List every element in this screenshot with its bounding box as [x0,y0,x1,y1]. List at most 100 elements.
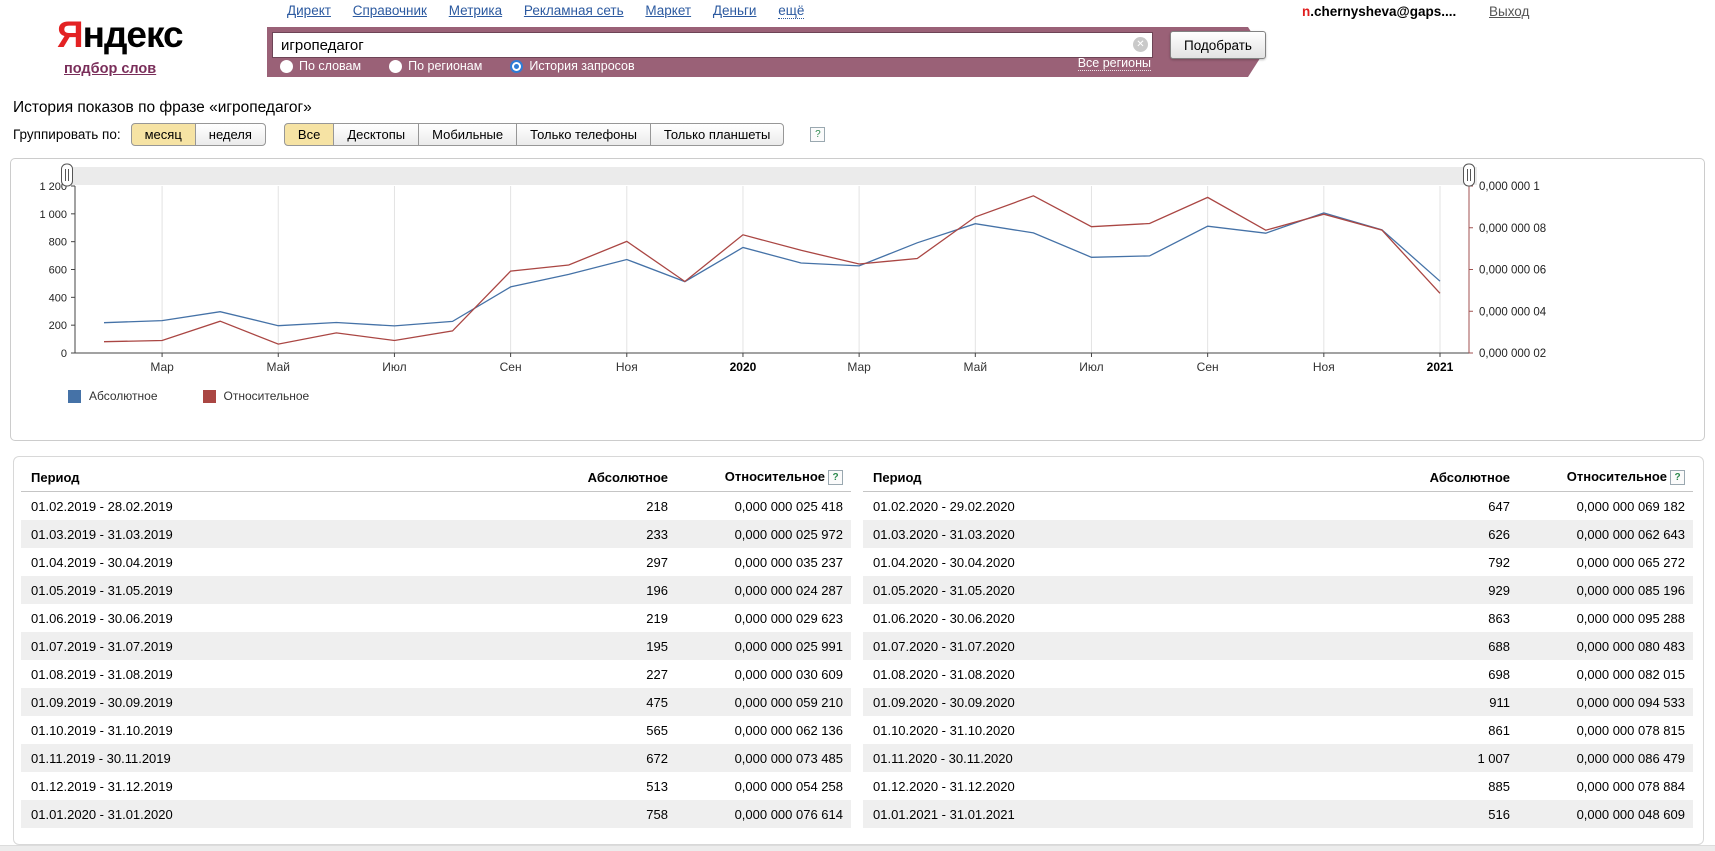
all-regions-link[interactable]: Все регионы [1078,56,1151,71]
cell-period: 01.01.2021 - 31.01.2021 [873,807,1360,822]
mode-label: История запросов [529,59,634,73]
cell-period: 01.04.2019 - 30.04.2019 [31,555,518,570]
yandex-logo[interactable]: Яндекс [57,14,183,56]
cell-period: 01.02.2019 - 28.02.2019 [31,499,518,514]
group-by-label: Группировать по: [13,127,121,142]
table-row: 01.08.2019 - 31.08.20192270,000 000 030 … [21,660,851,688]
cell-absolute: 195 [518,639,668,654]
table-row: 01.10.2019 - 31.10.20195650,000 000 062 … [21,716,851,744]
legend-item-relative[interactable]: Относительное [203,389,310,403]
cell-relative: 0,000 000 062 136 [668,723,843,738]
group-month-button[interactable]: месяц [131,123,196,146]
cell-period: 01.08.2019 - 31.08.2019 [31,667,518,682]
series-relative [104,196,1440,344]
mode-by-words[interactable]: По словам [280,59,361,73]
cell-period: 01.08.2020 - 31.08.2020 [873,667,1360,682]
account-email-rest: .chernysheva@gaps.... [1310,4,1456,19]
radio-unselected-icon[interactable] [389,60,402,73]
table-row: 01.04.2019 - 30.04.20192970,000 000 035 … [21,548,851,576]
mode-by-regions[interactable]: По регионам [389,59,482,73]
nav-link-metrika[interactable]: Метрика [449,3,502,18]
mode-query-history[interactable]: История запросов [510,59,634,73]
range-slider-left-handle[interactable] [62,164,73,186]
left-tick-label: 200 [49,320,67,332]
cell-period: 01.09.2019 - 30.09.2019 [31,695,518,710]
cell-absolute: 626 [1360,527,1510,542]
clear-input-icon[interactable]: ✕ [1133,37,1148,52]
relative-help-icon[interactable]: ? [828,470,843,485]
table-row: 01.05.2019 - 31.05.20191960,000 000 024 … [21,576,851,604]
nav-link-more[interactable]: ещё [778,3,804,19]
cell-absolute: 698 [1360,667,1510,682]
table-row: 01.09.2020 - 30.09.20209110,000 000 094 … [863,688,1693,716]
cell-absolute: 863 [1360,611,1510,626]
table-row: 01.11.2020 - 30.11.20201 0070,000 000 08… [863,744,1693,772]
col-period: Период [873,470,1360,485]
logout-link[interactable]: Выход [1489,4,1529,19]
cell-relative: 0,000 000 048 609 [1510,807,1685,822]
cell-relative: 0,000 000 095 288 [1510,611,1685,626]
cell-relative: 0,000 000 065 272 [1510,555,1685,570]
tab-mobile[interactable]: Мобильные [418,123,517,146]
controls-row: Группировать по: месяц неделя Все Дескто… [13,123,825,146]
handle-body[interactable] [1464,164,1475,186]
table-row: 01.03.2020 - 31.03.20206260,000 000 062 … [863,520,1693,548]
cell-absolute: 227 [518,667,668,682]
cell-relative: 0,000 000 024 287 [668,583,843,598]
cell-absolute: 516 [1360,807,1510,822]
nav-link-market[interactable]: Маркет [645,3,691,18]
x-tick-label: 2020 [730,360,757,374]
range-slider-right-handle[interactable] [1464,164,1475,186]
radio-unselected-icon[interactable] [280,60,293,73]
tab-desktops[interactable]: Десктопы [333,123,419,146]
legend-label: Относительное [224,389,310,403]
nav-link-spravochnik[interactable]: Справочник [353,3,427,18]
group-week-button[interactable]: неделя [195,123,266,146]
cell-relative: 0,000 000 073 485 [668,751,843,766]
nav-link-dengi[interactable]: Деньги [713,3,757,18]
tab-tablets-only[interactable]: Только планшеты [650,123,784,146]
table-row: 01.03.2019 - 31.03.20192330,000 000 025 … [21,520,851,548]
table-row: 01.01.2021 - 31.01.20215160,000 000 048 … [863,800,1693,828]
cell-relative: 0,000 000 059 210 [668,695,843,710]
top-nav: Директ Справочник Метрика Рекламная сеть… [287,3,804,18]
table-row: 01.09.2019 - 30.09.20194750,000 000 059 … [21,688,851,716]
right-tick-label: 0,000 000 04 [1479,306,1547,318]
nav-link-direct[interactable]: Директ [287,3,331,18]
cell-period: 01.01.2020 - 31.01.2020 [31,807,518,822]
search-input[interactable] [272,32,1153,58]
cell-absolute: 513 [518,779,668,794]
tab-all-devices[interactable]: Все [284,123,334,146]
tab-phones-only[interactable]: Только телефоны [516,123,651,146]
cell-relative: 0,000 000 035 237 [668,555,843,570]
left-tick-label: 0 [61,348,67,360]
table-row: 01.11.2019 - 30.11.20196720,000 000 073 … [21,744,851,772]
cell-absolute: 885 [1360,779,1510,794]
table-row: 01.02.2020 - 29.02.20206470,000 000 069 … [863,492,1693,520]
legend-item-absolute[interactable]: Абсолютное [68,389,158,403]
handle-body[interactable] [62,164,73,186]
devices-help-icon[interactable]: ? [810,127,825,142]
x-tick-label: Ноя [616,360,638,374]
nav-link-reklamnaya-set[interactable]: Рекламная сеть [524,3,624,18]
range-slider-track[interactable] [67,167,1477,185]
table-row: 01.08.2020 - 31.08.20206980,000 000 082 … [863,660,1693,688]
cell-absolute: 196 [518,583,668,598]
cell-period: 01.10.2019 - 31.10.2019 [31,723,518,738]
cell-period: 01.11.2019 - 30.11.2019 [31,751,518,766]
radio-selected-icon[interactable] [510,60,523,73]
history-tables: ПериодАбсолютноеОтносительное?01.02.2019… [13,456,1704,845]
cell-period: 01.07.2020 - 31.07.2020 [873,639,1360,654]
submit-button[interactable]: Подобрать [1170,31,1266,59]
logo-letter: Я [57,14,83,55]
history-table-2019: ПериодАбсолютноеОтносительное?01.02.2019… [21,463,851,844]
relative-help-icon[interactable]: ? [1670,470,1685,485]
wordstat-page: Директ Справочник Метрика Рекламная сеть… [0,0,1715,851]
wordstat-service-link[interactable]: подбор слов [64,61,156,77]
cell-period: 01.06.2020 - 30.06.2020 [873,611,1360,626]
table-row: 01.07.2019 - 31.07.20191950,000 000 025 … [21,632,851,660]
table-row: 01.02.2019 - 28.02.20192180,000 000 025 … [21,492,851,520]
cell-absolute: 688 [1360,639,1510,654]
cell-period: 01.07.2019 - 31.07.2019 [31,639,518,654]
chart-legend: Абсолютное Относительное [68,389,1704,403]
